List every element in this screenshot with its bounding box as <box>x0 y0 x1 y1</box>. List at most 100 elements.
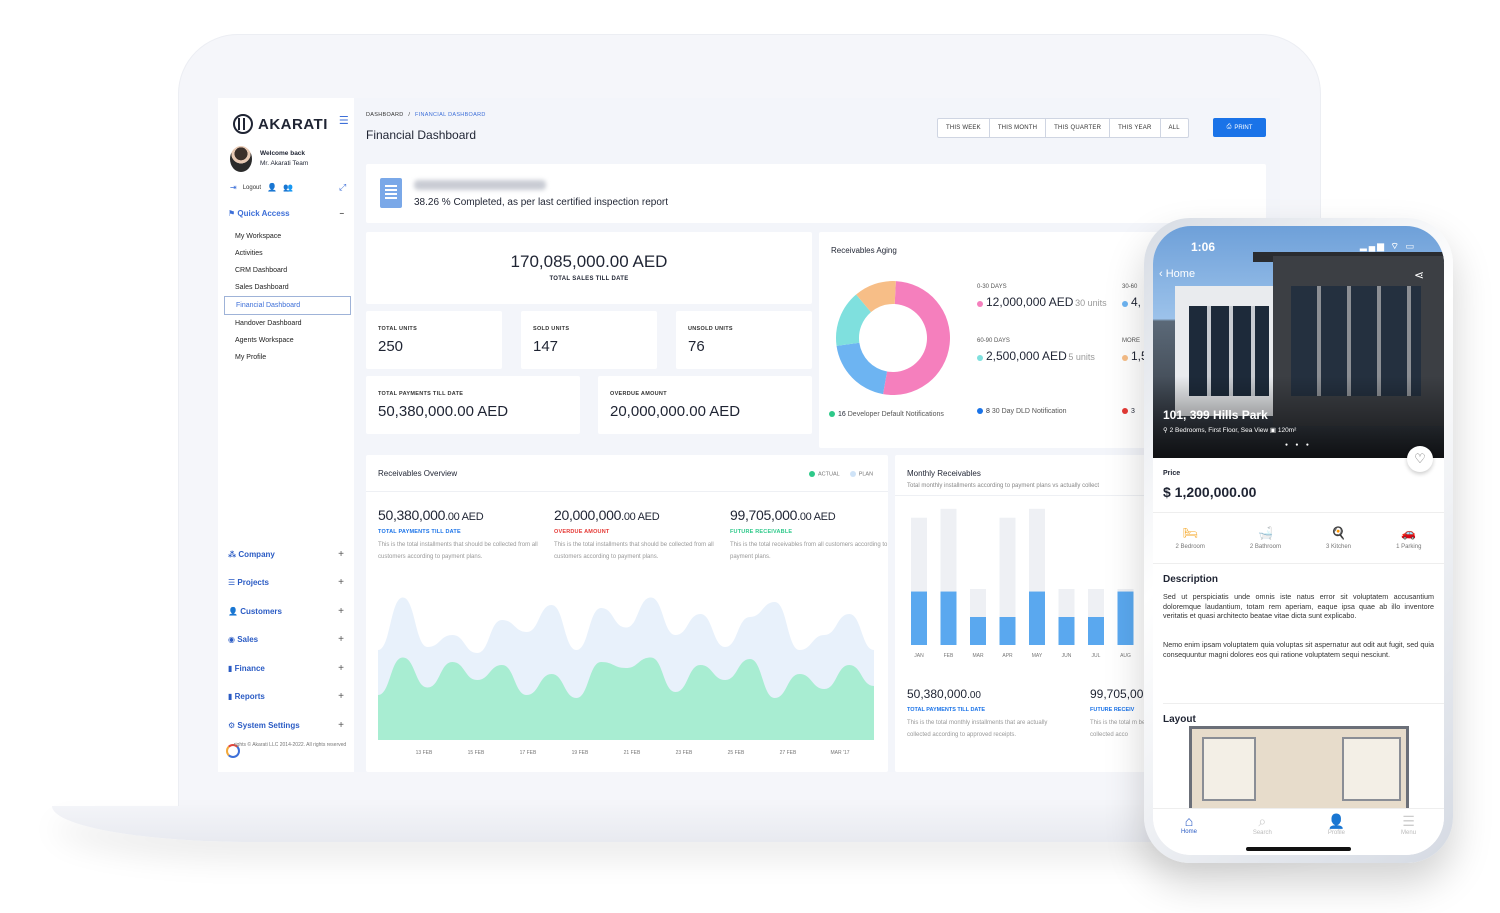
price-value: $ 1,200,000.00 <box>1163 484 1257 500</box>
expand-plus-icon[interactable]: + <box>338 663 344 674</box>
unsold-units-label: UNSOLD UNITS <box>688 326 733 332</box>
overdue-amount-value: 20,000,000.00 AED <box>610 403 741 420</box>
location-pin-icon: ⚲ <box>1163 427 1170 434</box>
expand-plus-icon[interactable]: + <box>338 634 344 645</box>
legend-plan[interactable]: PLAN <box>849 471 873 477</box>
users-icon[interactable]: 👥 <box>283 183 293 192</box>
sidebar-item-reports[interactable]: ▮ Reports + <box>218 683 354 712</box>
profile-icon: 👤 <box>1327 813 1346 829</box>
sidebar-item-label-wrap: 👤 Customers <box>228 607 282 616</box>
product-showcase: AKARATI ☰ Welcome back Mr. Akarati Team … <box>0 0 1500 913</box>
quick-access-financial-dashboard[interactable]: Financial Dashboard <box>224 296 351 315</box>
sidebar-item-label-wrap: ◉ Sales <box>228 635 258 644</box>
x-tick-label: MAY <box>1032 653 1043 659</box>
quick-access-my-workspace[interactable]: My Workspace <box>224 228 351 245</box>
description-paragraph-1: Sed ut perspiciatis unde omnis iste natu… <box>1163 592 1434 620</box>
period-this-quarter[interactable]: THIS QUARTER <box>1046 119 1111 137</box>
period-all[interactable]: ALL <box>1161 119 1188 137</box>
sidebar-item-finance[interactable]: ▮ Finance + <box>218 654 354 683</box>
x-tick-label: 21 FEB <box>624 750 641 756</box>
bucket-label-30-60: 30-60 <box>1122 284 1138 290</box>
unsold-units-value: 76 <box>688 338 705 355</box>
back-button[interactable]: ‹ Home <box>1159 268 1195 280</box>
overview-stat-value: 99,705,000.00 AED <box>730 507 895 523</box>
overview-stat-label: TOTAL PAYMENTS TILL DATE <box>378 529 461 535</box>
collapse-icon[interactable]: − <box>339 209 344 218</box>
building-icon <box>380 178 402 208</box>
feature-label: 2 Bedroom <box>1175 544 1205 550</box>
print-button[interactable]: ⎙ PRINT <box>1213 118 1266 137</box>
tab-label: Menu <box>1401 830 1417 836</box>
logout-link[interactable]: Logout <box>243 185 261 191</box>
period-this-year[interactable]: THIS YEAR <box>1110 119 1161 137</box>
tab-menu[interactable]: ☰ Menu <box>1401 809 1416 855</box>
search-icon: ⌕ <box>1258 813 1267 829</box>
favorite-button[interactable]: ♡ <box>1407 446 1433 472</box>
project-name-redacted <box>414 180 546 190</box>
printer-icon: ⎙ <box>1226 124 1232 130</box>
quick-access-sales-dashboard[interactable]: Sales Dashboard <box>224 279 351 296</box>
quick-access-activities[interactable]: Activities <box>224 245 351 262</box>
developer-default-text: Developer Default Notifications <box>847 411 944 418</box>
expand-plus-icon[interactable]: + <box>338 691 344 702</box>
x-tick-label: 23 FEB <box>676 750 693 756</box>
logout-icon[interactable]: ⇥ <box>230 183 237 192</box>
breadcrumb-root[interactable]: DASHBOARD <box>366 112 404 118</box>
expand-plus-icon[interactable]: + <box>338 577 344 588</box>
sidebar-item-label: Reports <box>234 692 265 702</box>
brand-logo[interactable]: AKARATI ☰ <box>218 114 354 134</box>
quick-access-title: Quick Access <box>237 209 290 218</box>
akarati-logo-icon <box>233 114 253 134</box>
carousel-dots[interactable]: ● ● ● <box>1285 442 1312 448</box>
feature-label: 1 Parking <box>1396 544 1422 550</box>
menu-toggle-icon[interactable]: ☰ <box>339 114 349 127</box>
overview-stat-value: 50,380,000.00 AED <box>378 507 543 523</box>
feature-2-bedroom: 🛏 2 Bedroom <box>1176 526 1205 550</box>
notification-dld[interactable]: 8 30 Day DLD Notification <box>977 408 1067 415</box>
total-payments-label: TOTAL PAYMENTS TILL DATE <box>378 391 464 397</box>
bucket-units-60-90: 5 units <box>1068 352 1095 362</box>
x-tick-label: JUL <box>1092 653 1101 659</box>
floor-plan-image[interactable] <box>1189 726 1409 816</box>
bathtub-icon: 🛁 <box>1257 526 1273 540</box>
expand-plus-icon[interactable]: + <box>338 606 344 617</box>
quick-access-crm-dashboard[interactable]: CRM Dashboard <box>224 262 351 279</box>
quick-access-handover-dashboard[interactable]: Handover Dashboard <box>224 315 351 332</box>
overview-stat-label: OVERDUE AMOUNT <box>554 529 610 535</box>
avatar[interactable] <box>230 146 252 172</box>
period-this-week[interactable]: THIS WEEK <box>938 119 990 137</box>
status-time: 1:06 <box>1191 240 1216 254</box>
actual-bar-jun <box>1058 617 1075 645</box>
sidebar-item-system-settings[interactable]: ⚙ System Settings + <box>218 711 354 740</box>
legend-actual[interactable]: ACTUAL <box>809 471 840 477</box>
quick-access-agents-workspace[interactable]: Agents Workspace <box>224 332 351 349</box>
quick-access-list: My Workspace Activities CRM Dashboard Sales… <box>218 218 354 366</box>
projects-icon: ☰ <box>228 578 238 588</box>
notification-other[interactable]: 3 <box>1122 408 1135 415</box>
user-panel: Welcome back Mr. Akarati Team <box>218 134 354 172</box>
actual-bar-apr <box>999 617 1016 645</box>
quick-access-my-profile[interactable]: My Profile <box>224 349 351 366</box>
sidebar-item-sales[interactable]: ◉ Sales + <box>218 626 354 655</box>
quick-access-header[interactable]: ⚑ Quick Access − <box>218 193 354 218</box>
notification-developer-default[interactable]: 16 Developer Default Notifications <box>829 408 969 421</box>
quick-access-icon: ⚑ <box>228 209 236 218</box>
overview-stat-value: 20,000,000.00 AED <box>554 507 719 523</box>
sidebar-item-customers[interactable]: 👤 Customers + <box>218 597 354 626</box>
user-settings-icon[interactable]: 👤 <box>267 183 277 192</box>
sidebar-item-projects[interactable]: ☰ Projects + <box>218 569 354 598</box>
period-this-month[interactable]: THIS MONTH <box>990 119 1047 137</box>
expand-plus-icon[interactable]: + <box>338 549 344 560</box>
description-paragraph-2: Nemo enim ipsam voluptatem quia voluptas… <box>1163 640 1434 659</box>
overview-stat-value-decimals: .00 AED <box>621 511 660 523</box>
price-label: Price <box>1163 470 1181 477</box>
total-units-card: TOTAL UNITS 250 <box>366 311 502 369</box>
expand-plus-icon[interactable]: + <box>338 720 344 731</box>
tab-home[interactable]: ⌂ Home <box>1181 809 1197 855</box>
x-tick-label: 25 FEB <box>728 750 745 756</box>
share-icon[interactable]: ⋖ <box>1414 268 1424 282</box>
feature-label: 2 Bathroom <box>1249 544 1281 550</box>
overview-title: Receivables Overview <box>378 469 458 478</box>
fullscreen-icon[interactable]: ⤢ <box>339 182 346 193</box>
sidebar-item-company[interactable]: ⁂ Company + <box>218 540 354 569</box>
